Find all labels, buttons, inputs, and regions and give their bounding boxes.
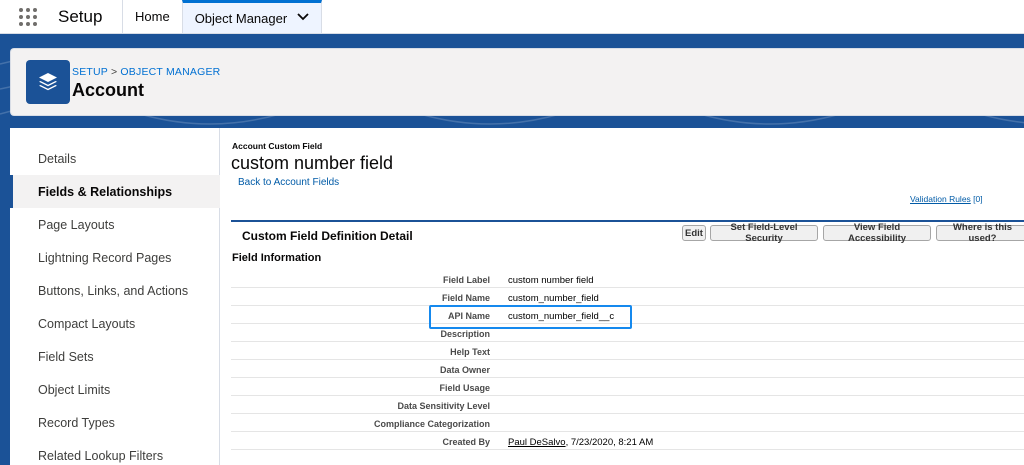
sidebar-item-record-types[interactable]: Record Types [10, 406, 220, 439]
detail-header-bar: Custom Field Definition Detail Edit Set … [231, 220, 1024, 244]
breadcrumb-separator: > [110, 66, 118, 78]
field-label: Field Usage [439, 383, 490, 393]
chevron-down-icon[interactable] [297, 12, 309, 24]
field-label: Field Name [441, 293, 490, 303]
back-to-fields-link[interactable]: Back to Account Fields [238, 177, 339, 188]
field-detail-content: Account Custom Field custom number field… [220, 128, 1024, 465]
tab-home[interactable]: Home [122, 0, 182, 33]
breadcrumb: SETUP > OBJECT MANAGER [72, 66, 220, 78]
field-label: Help Text [450, 347, 490, 357]
app-name: Setup [58, 6, 103, 26]
field-value: custom_number_field [508, 293, 599, 304]
sidebar-item-field-sets[interactable]: Field Sets [10, 340, 220, 373]
main-panel: Details Fields & Relationships Page Layo… [10, 128, 1024, 465]
created-by-date: , 7/23/2020, 8:21 AM [565, 437, 654, 448]
validation-rules-link[interactable]: Validation Rules [910, 194, 971, 204]
field-label: Data Sensitivity Level [397, 401, 490, 411]
field-row: Compliance Categorization [231, 414, 1024, 432]
object-sidebar: Details Fields & Relationships Page Layo… [10, 128, 220, 465]
sidebar-item-object-limits[interactable]: Object Limits [10, 373, 220, 406]
app-launcher-icon[interactable] [0, 0, 56, 33]
detail-title: Custom Field Definition Detail [242, 229, 413, 243]
section-field-information: Field Information [232, 252, 322, 264]
validation-rules-count: [0] [973, 194, 983, 204]
field-row: Data Owner [231, 360, 1024, 378]
field-row: Field Usage [231, 378, 1024, 396]
validation-rules: Validation Rules [0] [910, 194, 983, 204]
view-field-accessibility-button[interactable]: View Field Accessibility [823, 222, 931, 244]
field-row: Field Label custom number field [231, 270, 1024, 288]
api-name-highlight [429, 305, 632, 329]
sidebar-item-page-layouts[interactable]: Page Layouts [10, 208, 220, 241]
global-header: Setup Home Object Manager [0, 0, 1024, 34]
edit-button[interactable]: Edit [682, 225, 706, 241]
breadcrumb-object-manager[interactable]: OBJECT MANAGER [120, 66, 220, 78]
page-title: custom number field [231, 153, 394, 173]
sidebar-item-details[interactable]: Details [10, 142, 220, 175]
field-value: custom number field [508, 275, 594, 286]
sidebar-item-related-lookup-filters[interactable]: Related Lookup Filters [10, 439, 220, 465]
object-title: Account [72, 80, 144, 100]
page-eyebrow: Account Custom Field [232, 141, 323, 151]
created-by-value: Paul DeSalvo, 7/23/2020, 8:21 AM [508, 437, 653, 448]
sidebar-item-lightning-record-pages[interactable]: Lightning Record Pages [10, 241, 220, 274]
breadcrumb-setup[interactable]: SETUP [72, 66, 108, 78]
sidebar-item-fields-relationships[interactable]: Fields & Relationships [10, 175, 220, 208]
field-label: Field Label [442, 275, 490, 285]
layers-icon [26, 60, 70, 104]
where-is-this-used-button[interactable]: Where is this used? [936, 222, 1024, 244]
object-header: SETUP > OBJECT MANAGER Account [10, 48, 1024, 116]
tab-home-label: Home [135, 9, 170, 24]
tab-object-manager-label: Object Manager [194, 10, 288, 26]
field-label: Description [440, 329, 490, 339]
sidebar-item-compact-layouts[interactable]: Compact Layouts [10, 307, 220, 340]
field-row: Created By Paul DeSalvo, 7/23/2020, 8:21… [231, 432, 1024, 450]
sidebar-item-buttons-links-actions[interactable]: Buttons, Links, and Actions [10, 274, 220, 307]
field-row: Help Text [231, 342, 1024, 360]
field-label: Created By [442, 437, 490, 447]
created-by-user-link[interactable]: Paul DeSalvo [508, 437, 566, 448]
tab-object-manager[interactable]: Object Manager [181, 0, 323, 33]
field-row: Data Sensitivity Level [231, 396, 1024, 414]
field-row: Field Name custom_number_field [231, 288, 1024, 306]
field-label: Data Owner [439, 365, 490, 375]
field-label: Compliance Categorization [373, 419, 490, 429]
set-field-level-security-button[interactable]: Set Field-Level Security [710, 222, 818, 244]
